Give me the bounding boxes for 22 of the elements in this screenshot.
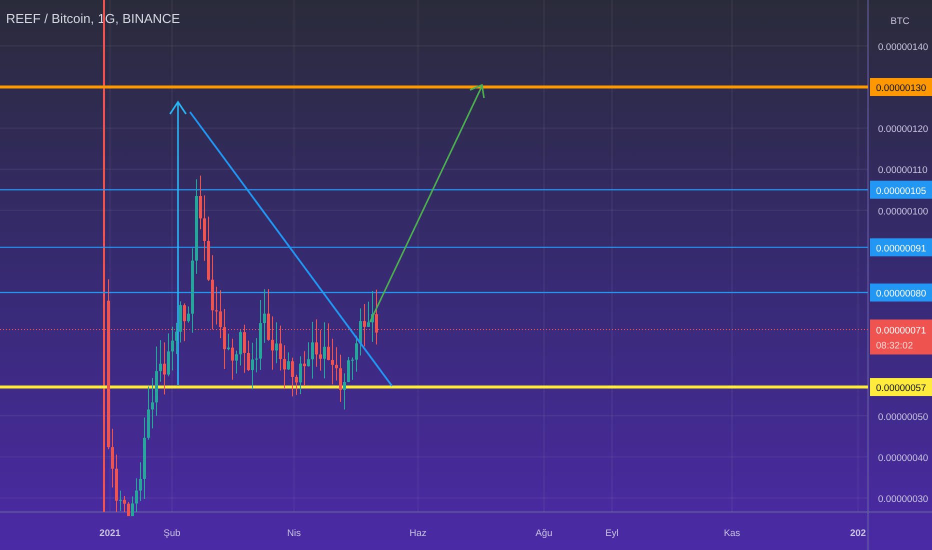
price-label: 0.00000105 <box>870 180 932 199</box>
time-label: Ağu <box>536 528 552 539</box>
price-label: 0.00000057 <box>870 378 932 396</box>
price-label: 0.00000130 <box>870 78 932 96</box>
price-tick: 0.00000050 <box>878 412 928 423</box>
time-label: Eyl <box>605 528 619 539</box>
price-tick: 0.00000040 <box>878 452 928 464</box>
time-label: Haz <box>410 528 426 539</box>
price-label: 0.00000091 <box>870 238 932 256</box>
price-label: 0.00000080 <box>870 284 932 302</box>
time-label: Kas <box>724 528 740 539</box>
price-tick: 0.00000030 <box>878 494 928 505</box>
currency-label: BTC <box>890 16 910 27</box>
price-tick: 0.00000120 <box>878 124 928 136</box>
last-price-label: 0.00000071 08:32:02 <box>870 320 932 354</box>
price-tick: 0.00000110 <box>878 165 928 176</box>
price-tick: 0.00000140 <box>878 42 928 53</box>
time-label: 2021 <box>99 528 121 539</box>
time-label: Nis <box>287 528 301 539</box>
time-label: Şub <box>164 528 180 539</box>
time-label: 202 <box>850 528 866 539</box>
price-tick: 0.00000100 <box>878 206 928 218</box>
